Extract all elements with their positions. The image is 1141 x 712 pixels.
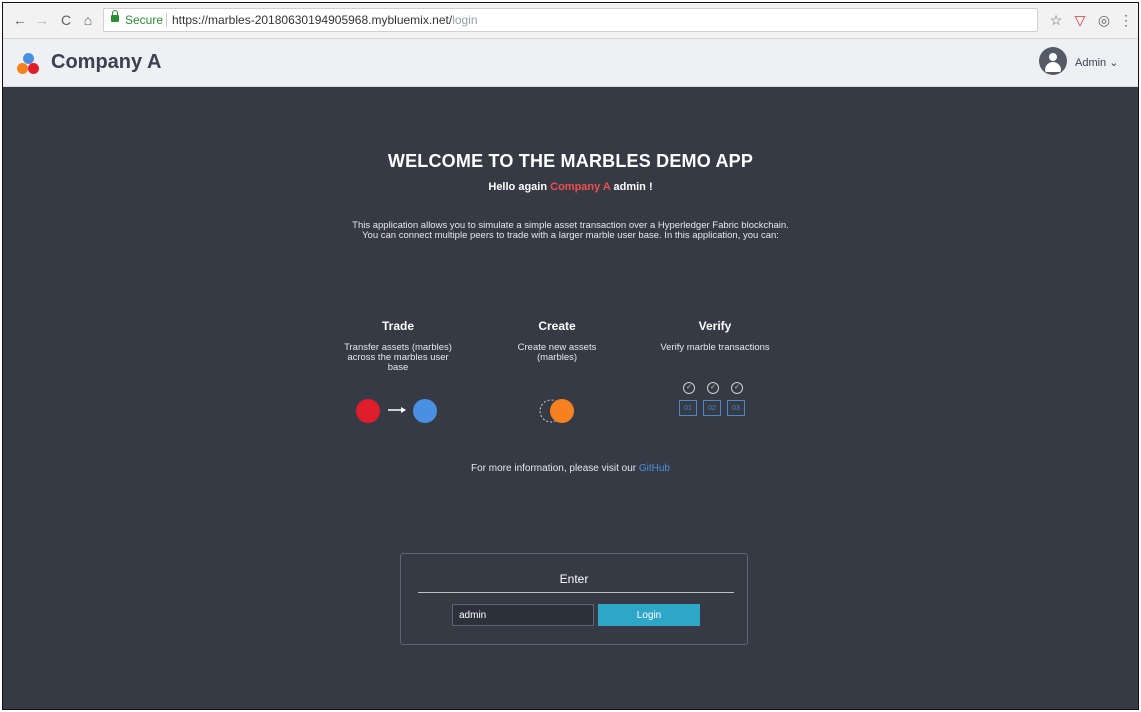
company-logo bbox=[17, 53, 41, 75]
username-input[interactable] bbox=[452, 604, 594, 626]
browser-menu-icon[interactable]: ⋮ bbox=[1117, 12, 1135, 28]
verify-illustration: ✓ ✓ ✓ 01 02 03 bbox=[679, 382, 751, 422]
app-description: This application allows you to simulate … bbox=[3, 221, 1138, 241]
window-frame: ← → C ⌂ Secure https://marbles-201806301… bbox=[2, 2, 1139, 710]
secure-label: Secure bbox=[125, 13, 164, 27]
feature-text: Verify marble transactions bbox=[660, 342, 770, 353]
avatar-head bbox=[1049, 53, 1057, 61]
feature-title: Verify bbox=[698, 319, 732, 333]
forward-icon[interactable]: → bbox=[33, 11, 51, 29]
feature-text: Transfer assets (marbles) across the mar… bbox=[344, 342, 452, 373]
greeting-text: Hello again Company A admin ! bbox=[3, 181, 1138, 193]
block-box: 02 bbox=[703, 400, 721, 416]
bookmark-star-icon[interactable]: ☆ bbox=[1047, 12, 1065, 28]
main-content: WELCOME TO THE MARBLES DEMO APP Hello ag… bbox=[3, 87, 1138, 709]
app-header: Company A Admin ⌄ bbox=[3, 39, 1138, 87]
url-path: login bbox=[452, 13, 478, 27]
logo-dot-orange bbox=[17, 63, 28, 74]
block-box: 01 bbox=[679, 400, 697, 416]
block-box: 03 bbox=[727, 400, 745, 416]
user-avatar-icon[interactable] bbox=[1039, 47, 1067, 75]
transfer-arrow-icon bbox=[388, 407, 406, 413]
more-info: For more information, please visit our G… bbox=[3, 463, 1138, 474]
check-icon: ✓ bbox=[683, 382, 695, 394]
description-line-2: You can connect multiple peers to trade … bbox=[362, 230, 779, 241]
login-heading: Enter bbox=[559, 572, 589, 586]
create-marble-icon bbox=[539, 399, 574, 423]
greeting-suffix: admin ! bbox=[610, 181, 653, 193]
url-base: https://marbles-20180630194905968.myblue… bbox=[172, 13, 453, 27]
extension-shield-icon[interactable]: ▽ bbox=[1071, 12, 1089, 28]
feature-create: Create Create new assets (marbles) bbox=[497, 319, 617, 363]
divider bbox=[418, 592, 734, 593]
feature-text: Create new assets (marbles) bbox=[517, 342, 597, 363]
logo-dot-red bbox=[28, 63, 39, 74]
feature-title: Create bbox=[538, 319, 576, 333]
greeting-company: Company A bbox=[550, 181, 611, 193]
feature-verify: Verify Verify marble transactions bbox=[655, 319, 775, 353]
avatar-body bbox=[1045, 62, 1061, 72]
url-text: https://marbles-20180630194905968.myblue… bbox=[172, 9, 478, 31]
feature-trade: Trade Transfer assets (marbles) across t… bbox=[338, 319, 458, 373]
company-name: Company A bbox=[51, 51, 162, 73]
page-title: WELCOME TO THE MARBLES DEMO APP bbox=[387, 151, 754, 171]
divider bbox=[166, 13, 167, 27]
feature-title: Trade bbox=[381, 319, 414, 333]
check-icon: ✓ bbox=[707, 382, 719, 394]
browser-toolbar: ← → C ⌂ Secure https://marbles-201806301… bbox=[3, 3, 1138, 39]
back-icon[interactable]: ← bbox=[11, 11, 29, 29]
login-panel: Enter Login bbox=[400, 553, 748, 645]
greeting-prefix: Hello again bbox=[488, 181, 551, 193]
red-marble-icon bbox=[356, 399, 380, 423]
user-menu-dropdown[interactable]: Admin ⌄ bbox=[1075, 56, 1118, 69]
more-info-text: For more information, please visit our bbox=[471, 463, 639, 474]
github-link[interactable]: GitHub bbox=[639, 463, 670, 474]
blue-marble-icon bbox=[413, 399, 437, 423]
lock-icon bbox=[111, 10, 119, 22]
extension-gear-icon[interactable]: ◎ bbox=[1095, 12, 1113, 28]
reload-icon[interactable]: C bbox=[57, 11, 75, 29]
login-button[interactable]: Login bbox=[598, 604, 700, 626]
home-icon[interactable]: ⌂ bbox=[79, 11, 97, 29]
check-icon: ✓ bbox=[731, 382, 743, 394]
address-bar[interactable]: Secure https://marbles-20180630194905968… bbox=[103, 8, 1038, 32]
